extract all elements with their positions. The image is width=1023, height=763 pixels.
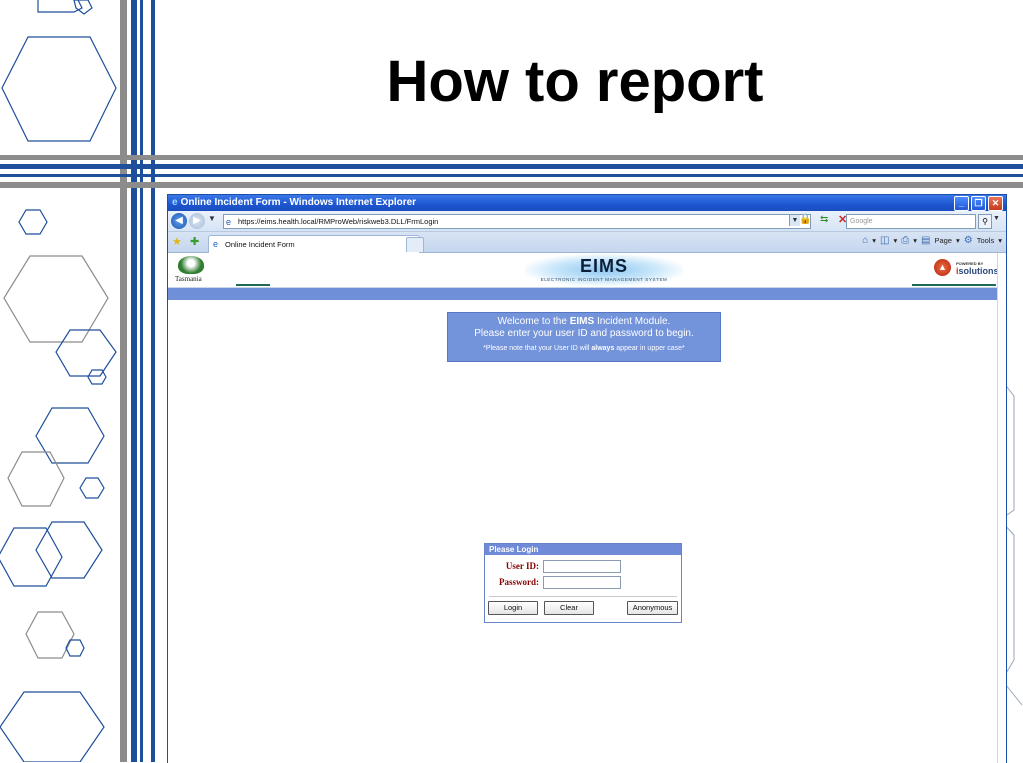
app-nav-strip xyxy=(168,288,1006,300)
url-text: https://eims.health.local/RMProWeb/riskw… xyxy=(238,217,439,226)
login-button[interactable]: Login xyxy=(488,601,538,615)
welcome-instructions: Please enter your user ID and password t… xyxy=(474,328,694,339)
vendor-name: isolutions xyxy=(956,266,999,276)
page-icon: e xyxy=(226,217,232,227)
user-id-label: User ID: xyxy=(505,561,539,571)
login-header: Please Login xyxy=(485,544,681,555)
favorites-star-icon[interactable]: ★ xyxy=(172,235,182,248)
close-button[interactable]: ✕ xyxy=(988,196,1003,211)
user-id-field[interactable] xyxy=(543,560,621,573)
tools-menu[interactable]: Tools xyxy=(977,236,995,245)
login-divider xyxy=(489,596,677,597)
search-icon[interactable]: ⚲ xyxy=(978,214,992,229)
slide-vertical-bar-grey xyxy=(120,0,127,762)
eims-logo: EIMS xyxy=(579,256,628,276)
page-icon: e xyxy=(213,239,219,249)
anonymous-button[interactable]: Anonymous xyxy=(627,601,678,615)
slide-horizontal-bar-blue-2 xyxy=(0,174,1023,177)
add-favorite-icon[interactable]: ✚ xyxy=(190,235,199,248)
vertical-scrollbar[interactable] xyxy=(997,253,1006,763)
slide-horizontal-bar-blue xyxy=(0,164,1023,169)
slide-horizontal-bar-grey xyxy=(0,155,1023,160)
clear-button[interactable]: Clear xyxy=(544,601,594,615)
search-input[interactable]: Google xyxy=(846,214,976,229)
page-menu-icon[interactable]: ▤ xyxy=(921,235,930,246)
org-label: Tasmania xyxy=(175,275,202,283)
tools-gear-icon[interactable]: ⚙ xyxy=(964,235,973,246)
address-bar: ◀ ▶ ▼ e https://eims.health.local/RMProWe… xyxy=(168,211,1006,232)
refresh-icon[interactable]: ⇆ xyxy=(820,214,828,225)
maximize-button[interactable]: ❐ xyxy=(971,196,986,211)
tab-label: Online Incident Form xyxy=(225,240,295,249)
url-field[interactable]: e https://eims.health.local/RMProWeb/risk… xyxy=(223,214,811,229)
new-tab-button[interactable] xyxy=(406,237,424,252)
home-icon[interactable]: ⌂ xyxy=(862,235,868,246)
welcome-note: *Please note that your User ID will alwa… xyxy=(483,345,685,352)
app-header: Tasmania EIMS ELECTRONIC INCIDENT MANAGE… xyxy=(168,253,1006,288)
password-label: Password: xyxy=(499,577,539,587)
slide-vertical-bar-blue-3 xyxy=(151,0,155,762)
print-icon[interactable]: ⎙ xyxy=(901,235,909,246)
page-menu[interactable]: Page xyxy=(934,236,952,245)
tab-bar: ★ ✚ e Online Incident Form ⌂ ▾ ◫ ▾ ⎙ ▾ ▤ Pag… xyxy=(168,232,1006,253)
window-titlebar: e Online Incident Form - Windows Internet… xyxy=(168,195,1006,211)
ie-icon: e xyxy=(172,197,178,208)
header-divider-left xyxy=(236,284,270,286)
slide-horizontal-bar-grey-2 xyxy=(0,182,1023,188)
page-content: Tasmania EIMS ELECTRONIC INCIDENT MANAGE… xyxy=(168,253,1006,763)
lock-icon[interactable]: 🔒 xyxy=(799,214,811,225)
hexagon-decoration xyxy=(0,0,117,762)
history-dropdown-icon[interactable]: ▼ xyxy=(208,214,216,223)
tab-online-incident-form[interactable]: e Online Incident Form xyxy=(208,235,420,253)
password-field[interactable] xyxy=(543,576,621,589)
feeds-icon[interactable]: ◫ xyxy=(880,235,889,246)
search-dropdown-icon[interactable]: ▼ xyxy=(993,215,1000,222)
header-divider-right xyxy=(912,284,996,286)
welcome-line: Welcome to the EIMS Incident Module. xyxy=(497,316,671,327)
welcome-panel: Welcome to the EIMS Incident Module. Ple… xyxy=(447,312,721,362)
browser-window: e Online Incident Form - Windows Internet… xyxy=(167,194,1007,763)
vendor-logo-icon: ▲ xyxy=(934,259,951,276)
minimize-button[interactable]: _ xyxy=(954,196,969,211)
forward-button[interactable]: ▶ xyxy=(189,213,205,229)
back-button[interactable]: ◀ xyxy=(171,213,187,229)
slide-title: How to report xyxy=(386,49,764,114)
tasmania-logo xyxy=(178,256,204,274)
slide-vertical-bar-blue xyxy=(131,0,137,762)
login-form: Please Login User ID: Password: Login Cl… xyxy=(484,543,682,623)
command-bar: ⌂ ▾ ◫ ▾ ⎙ ▾ ▤ Page ▾ ⚙ Tools ▾ xyxy=(862,235,1002,246)
slide-vertical-bar-blue-2 xyxy=(140,0,143,762)
eims-subtitle: ELECTRONIC INCIDENT MANAGEMENT SYSTEM xyxy=(540,277,668,282)
window-title: Online Incident Form - Windows Internet … xyxy=(180,197,417,208)
